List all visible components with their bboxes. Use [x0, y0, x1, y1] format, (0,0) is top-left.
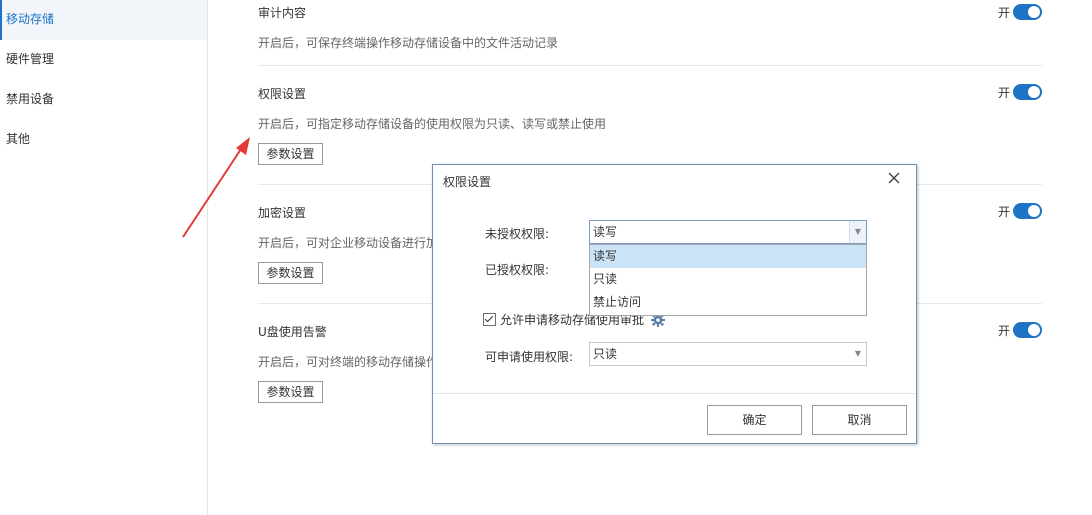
toggle-label: 开: [997, 5, 1010, 20]
sidebar-item-hardware[interactable]: 硬件管理: [0, 40, 207, 80]
section-desc: 开启后，可对企业移动设备进行加: [258, 236, 439, 250]
toggle-switch[interactable]: [1013, 4, 1042, 20]
apply-permission-label: 可申请使用权限:: [485, 350, 574, 364]
sidebar-item-disabled-devices[interactable]: 禁用设备: [0, 80, 207, 120]
toggle-switch[interactable]: [1013, 203, 1042, 219]
section-title: 权限设置: [258, 87, 307, 101]
chevron-down-icon[interactable]: ▼: [849, 221, 866, 243]
allow-apply-checkbox[interactable]: [483, 313, 496, 326]
auth-permission-label: 已授权权限:: [485, 263, 550, 277]
permission-dropdown-list: 读写 只读 禁止访问: [589, 244, 867, 316]
toggle-encryption[interactable]: 开: [998, 202, 1042, 220]
sidebar-item-other[interactable]: 其他: [0, 120, 207, 160]
section-desc: 开启后，可指定移动存储设备的使用权限为只读、读写或禁止使用: [258, 117, 607, 131]
dropdown-option-no-access[interactable]: 禁止访问: [590, 291, 866, 314]
section-audit: 审计内容 开启后，可保存终端操作移动存储设备中的文件活动记录 开: [258, 0, 1042, 66]
section-title: 加密设置: [258, 206, 307, 220]
ok-button[interactable]: 确定: [707, 405, 802, 435]
select-value: 只读: [593, 347, 618, 361]
dialog-divider: [433, 393, 916, 394]
dialog-title: 权限设置: [443, 175, 492, 189]
toggle-label: 开: [997, 204, 1010, 219]
param-settings-button[interactable]: 参数设置: [258, 262, 323, 284]
cancel-button[interactable]: 取消: [812, 405, 907, 435]
toggle-switch[interactable]: [1013, 84, 1042, 100]
toggle-audit[interactable]: 开: [998, 3, 1042, 21]
sidebar: 移动存储 硬件管理 禁用设备 其他: [0, 0, 208, 515]
toggle-usb-alert[interactable]: 开: [998, 321, 1042, 339]
param-settings-button[interactable]: 参数设置: [258, 143, 323, 165]
section-desc: 开启后，可对终端的移动存储操作: [258, 355, 439, 369]
unauth-permission-select[interactable]: 读写 ▼: [589, 220, 867, 244]
param-settings-button[interactable]: 参数设置: [258, 381, 323, 403]
dropdown-option-read-only[interactable]: 只读: [590, 268, 866, 291]
toggle-label: 开: [997, 323, 1010, 338]
unauth-permission-label: 未授权权限:: [485, 227, 550, 241]
chevron-down-icon[interactable]: ▼: [850, 343, 866, 365]
permission-dialog: 权限设置 未授权权限: 读写 ▼ 已授权权限: 允许申请移动存储使用审批 可申请…: [432, 164, 917, 444]
sidebar-item-mobile-storage[interactable]: 移动存储: [0, 0, 207, 40]
section-title: 审计内容: [258, 6, 307, 20]
section-title: U盘使用告警: [258, 325, 327, 339]
close-icon[interactable]: [886, 171, 902, 187]
dropdown-option-read-write[interactable]: 读写: [590, 245, 866, 268]
select-value: 读写: [593, 225, 618, 239]
section-desc: 开启后，可保存终端操作移动存储设备中的文件活动记录: [258, 36, 559, 50]
apply-permission-select[interactable]: 只读 ▼: [589, 342, 867, 366]
toggle-permission[interactable]: 开: [998, 83, 1042, 101]
toggle-switch[interactable]: [1013, 322, 1042, 338]
toggle-label: 开: [997, 85, 1010, 100]
